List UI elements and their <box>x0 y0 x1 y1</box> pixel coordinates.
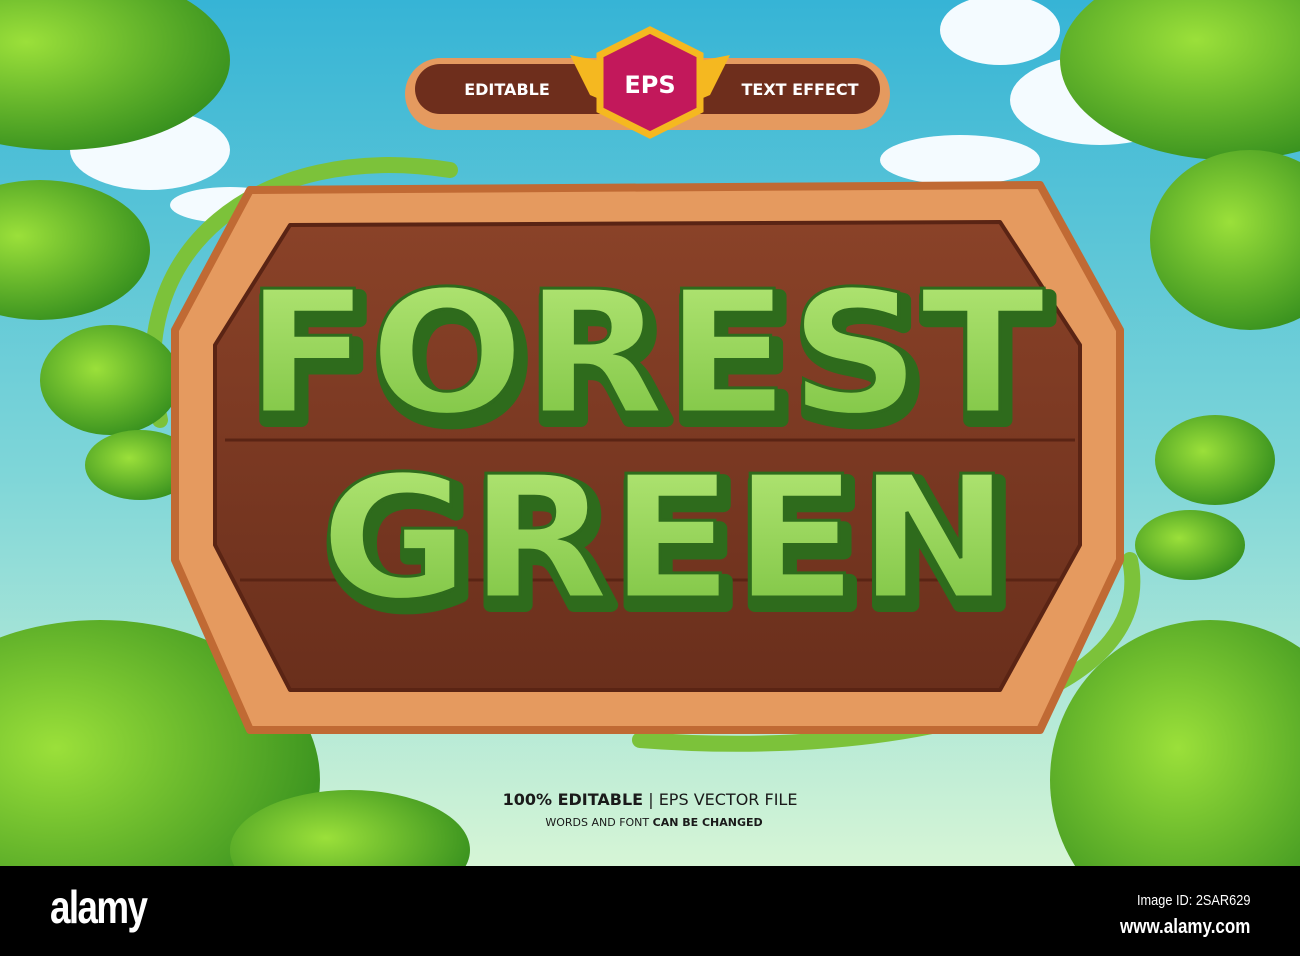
banner-editable-label: EDITABLE <box>464 80 550 99</box>
footer-bar: alamy Image ID: 2SAR629 www.alamy.com <box>0 866 1300 956</box>
image-id: Image ID: 2SAR629 <box>1136 892 1250 909</box>
caption-line2-bold: CAN BE CHANGED <box>653 816 763 829</box>
caption-separator: | <box>648 790 653 809</box>
banner-text-effect-label: TEXT EFFECT <box>741 80 858 99</box>
headline-line1: FOREST <box>245 255 1045 453</box>
alamy-logo: alamy <box>50 881 148 933</box>
caption-line2: WORDS AND FONT CAN BE CHANGED <box>545 816 762 829</box>
headline: FOREST FOREST GREEN GREEN <box>243 254 1057 654</box>
artwork-canvas: FOREST FOREST GREEN GREEN EDITABLE TEXT … <box>0 0 1300 866</box>
caption-line1-regular: EPS VECTOR FILE <box>659 790 798 809</box>
badge-eps-label: EPS <box>624 71 675 99</box>
site-url: www.alamy.com <box>1119 916 1250 938</box>
caption-line2-regular: WORDS AND FONT <box>545 816 649 829</box>
headline-line2: GREEN <box>320 440 1010 638</box>
caption-line1-bold: 100% EDITABLE <box>503 790 644 809</box>
caption-line1: 100% EDITABLE | EPS VECTOR FILE <box>503 790 798 809</box>
